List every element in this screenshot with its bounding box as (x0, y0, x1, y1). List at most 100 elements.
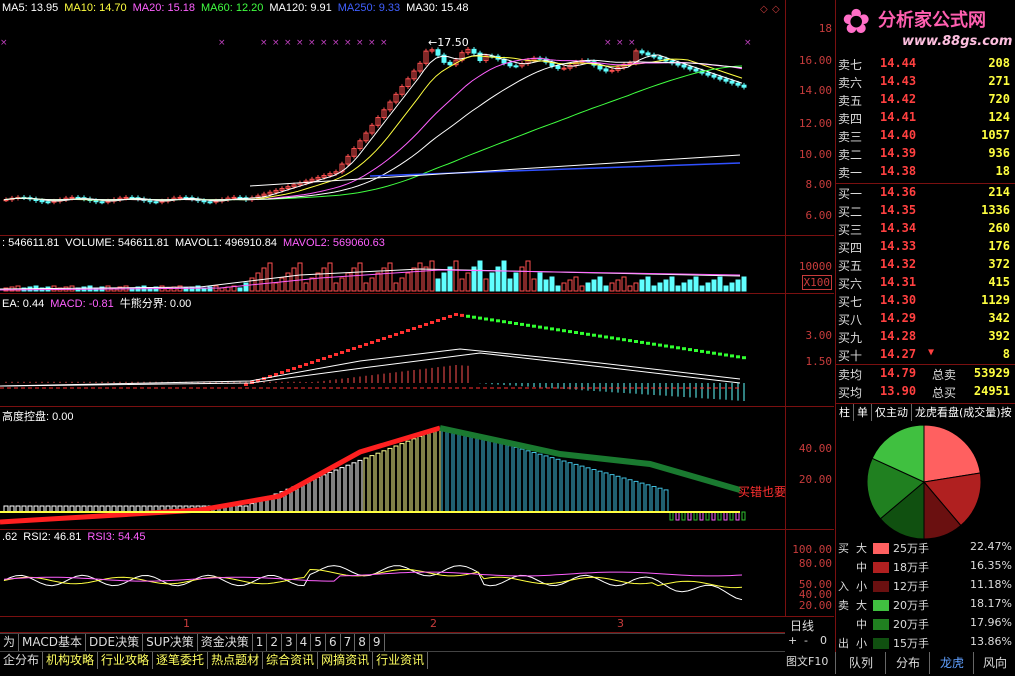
order-row[interactable]: 卖一 14.38 18 (836, 164, 1015, 182)
zoom-in-button[interactable]: + (788, 634, 797, 647)
volume-bar (453, 260, 459, 292)
right-tab[interactable]: 队列 (835, 652, 886, 674)
order-volume: 372 (988, 257, 1010, 271)
flow-percent: 22.47% (970, 540, 1012, 553)
right-tab[interactable]: 龙虎 (929, 652, 974, 674)
bottom-tab[interactable]: 企分布 (0, 652, 44, 669)
bottom-tab[interactable]: 7 (341, 634, 356, 651)
corner-dropdown-icon[interactable]: ◇ (772, 4, 780, 15)
control-bar (543, 455, 549, 513)
order-row[interactable]: 卖三 14.40 1057 (836, 128, 1015, 146)
macd-pane[interactable]: EA: 0.44 MACD: -0.81 牛熊分界: 0.00 (0, 293, 834, 407)
volume-bar (309, 277, 315, 292)
control-bar (585, 467, 591, 513)
control-bar (699, 511, 704, 521)
order-row[interactable]: 买五 14.32 372 (836, 257, 1015, 275)
flow-tab[interactable]: 龙虎看盘(成交量)按 (912, 404, 1015, 421)
zoom-controls: + - 0 (785, 634, 834, 650)
flow-tab[interactable]: 柱 (836, 404, 854, 421)
dif-dash (532, 324, 536, 328)
volume-bar (351, 267, 357, 292)
volume-bar (531, 278, 537, 292)
bottom-tab[interactable]: 5 (311, 634, 326, 651)
right-tab[interactable]: 分布 (885, 652, 930, 674)
price-pane[interactable]: × × × × × × × × × × × × × × × × × MA5: 13.95 MA10: 14.70 M… (0, 0, 834, 236)
order-row[interactable]: 卖四 14.41 124 (836, 110, 1015, 128)
volume-bar (573, 276, 579, 292)
control-bar (735, 511, 740, 521)
rsi3-line (3, 571, 743, 582)
zoom-reset-button[interactable]: 0 (820, 634, 827, 647)
order-row[interactable]: 买九 14.28 392 (836, 329, 1015, 347)
bottom-tab[interactable]: 资金决策 (198, 634, 253, 651)
order-volume: 720 (988, 92, 1010, 106)
zoom-out-button[interactable]: - (804, 634, 808, 647)
order-level: 买一 (838, 187, 863, 201)
order-row[interactable]: 买四 14.33 176 (836, 239, 1015, 257)
control-pane[interactable]: 高度控盘: 0.00 买错也要 (0, 406, 834, 530)
order-row[interactable]: 买八 14.29 342 (836, 311, 1015, 329)
bottom-tab[interactable]: 4 (297, 634, 312, 651)
right-tab[interactable]: 风向 (973, 652, 1015, 674)
order-row[interactable]: 卖五 14.42 720 (836, 92, 1015, 110)
period-label[interactable]: 日线 (790, 617, 814, 634)
control-bar (357, 459, 363, 513)
order-price: 14.40 (880, 128, 917, 142)
order-row[interactable]: 卖二 14.39 936 (836, 146, 1015, 164)
corner-diamond-icon[interactable]: ◇ (760, 4, 768, 15)
volume-bar (537, 272, 543, 292)
bottom-tab[interactable]: 行业资讯 (373, 652, 429, 669)
bottom-tab[interactable]: 机构攻略 (43, 652, 99, 669)
macd-axis: 3.00 1.50 (785, 293, 834, 407)
volume-bar (663, 279, 669, 292)
x-marker: 1 (183, 617, 190, 630)
rsi-legend: .62 RSI2: 46.81 RSI3: 54.45 (2, 531, 151, 543)
price-tick: 6.00 (805, 209, 833, 222)
bottom-tab[interactable]: 8 (355, 634, 370, 651)
bottom-tab[interactable]: 9 (370, 634, 385, 651)
order-volume: 1129 (981, 293, 1010, 307)
peak-price-value: 17.50 (437, 36, 469, 49)
order-row[interactable]: 买二 14.35 1336 (836, 203, 1015, 221)
bottom-tab[interactable]: 为 (0, 634, 20, 651)
bottom-tab[interactable]: 6 (326, 634, 341, 651)
volume-bar (273, 282, 279, 292)
bottom-tab[interactable]: 3 (282, 634, 297, 651)
order-price: 14.42 (880, 92, 917, 106)
control-bar (603, 472, 609, 513)
legend-item: RSI3: 54.45 (87, 531, 146, 543)
bottom-tab[interactable]: MACD基本 (19, 634, 86, 651)
dif-dash (586, 332, 590, 336)
flow-tab[interactable]: 单 (854, 404, 872, 421)
order-row[interactable]: 买十 14.27 8 ▼ (836, 347, 1015, 365)
dif-dash (352, 347, 356, 350)
order-row[interactable]: 买一 14.36 214 (836, 185, 1015, 203)
volume-bar (627, 285, 633, 292)
control-bar (675, 511, 680, 521)
bottom-tab[interactable]: 1 (253, 634, 268, 651)
order-row[interactable]: 买七 14.30 1129 (836, 293, 1015, 311)
order-volume: 271 (988, 74, 1010, 88)
control-bar (573, 463, 579, 513)
bottom-tab[interactable]: 行业攻略 (98, 652, 154, 669)
bottom-tab[interactable]: 逐笔委托 (153, 652, 209, 669)
bottom-tab[interactable]: 热点题材 (208, 652, 264, 669)
order-row[interactable]: 买六 14.31 415 (836, 275, 1015, 293)
order-row[interactable]: 买三 14.34 260 (836, 221, 1015, 239)
order-row[interactable]: 卖六 14.43 271 (836, 74, 1015, 92)
order-volume: 1057 (981, 128, 1010, 142)
candle (717, 76, 723, 80)
order-row[interactable]: 卖七 14.44 208 (836, 56, 1015, 74)
flow-tab[interactable]: 仅主动 (872, 404, 912, 421)
bottom-tab[interactable]: SUP决策 (143, 634, 198, 651)
order-level: 卖六 (838, 76, 863, 90)
rsi-pane[interactable]: .62 RSI2: 46.81 RSI3: 54.45 (0, 529, 834, 617)
bottom-tab[interactable]: 综合资讯 (263, 652, 319, 669)
bottom-tab[interactable]: 2 (267, 634, 283, 651)
bottom-tab[interactable]: 网摘资讯 (318, 652, 374, 669)
f10-button[interactable]: 图文F10 (786, 653, 828, 669)
bottom-tab[interactable]: DDE决策 (86, 634, 144, 651)
volume-pane[interactable]: : 546611.81 VOLUME: 546611.81 MAVOL1: 4969… (0, 235, 834, 294)
control-bar (339, 467, 345, 513)
order-level: 卖四 (838, 112, 863, 126)
